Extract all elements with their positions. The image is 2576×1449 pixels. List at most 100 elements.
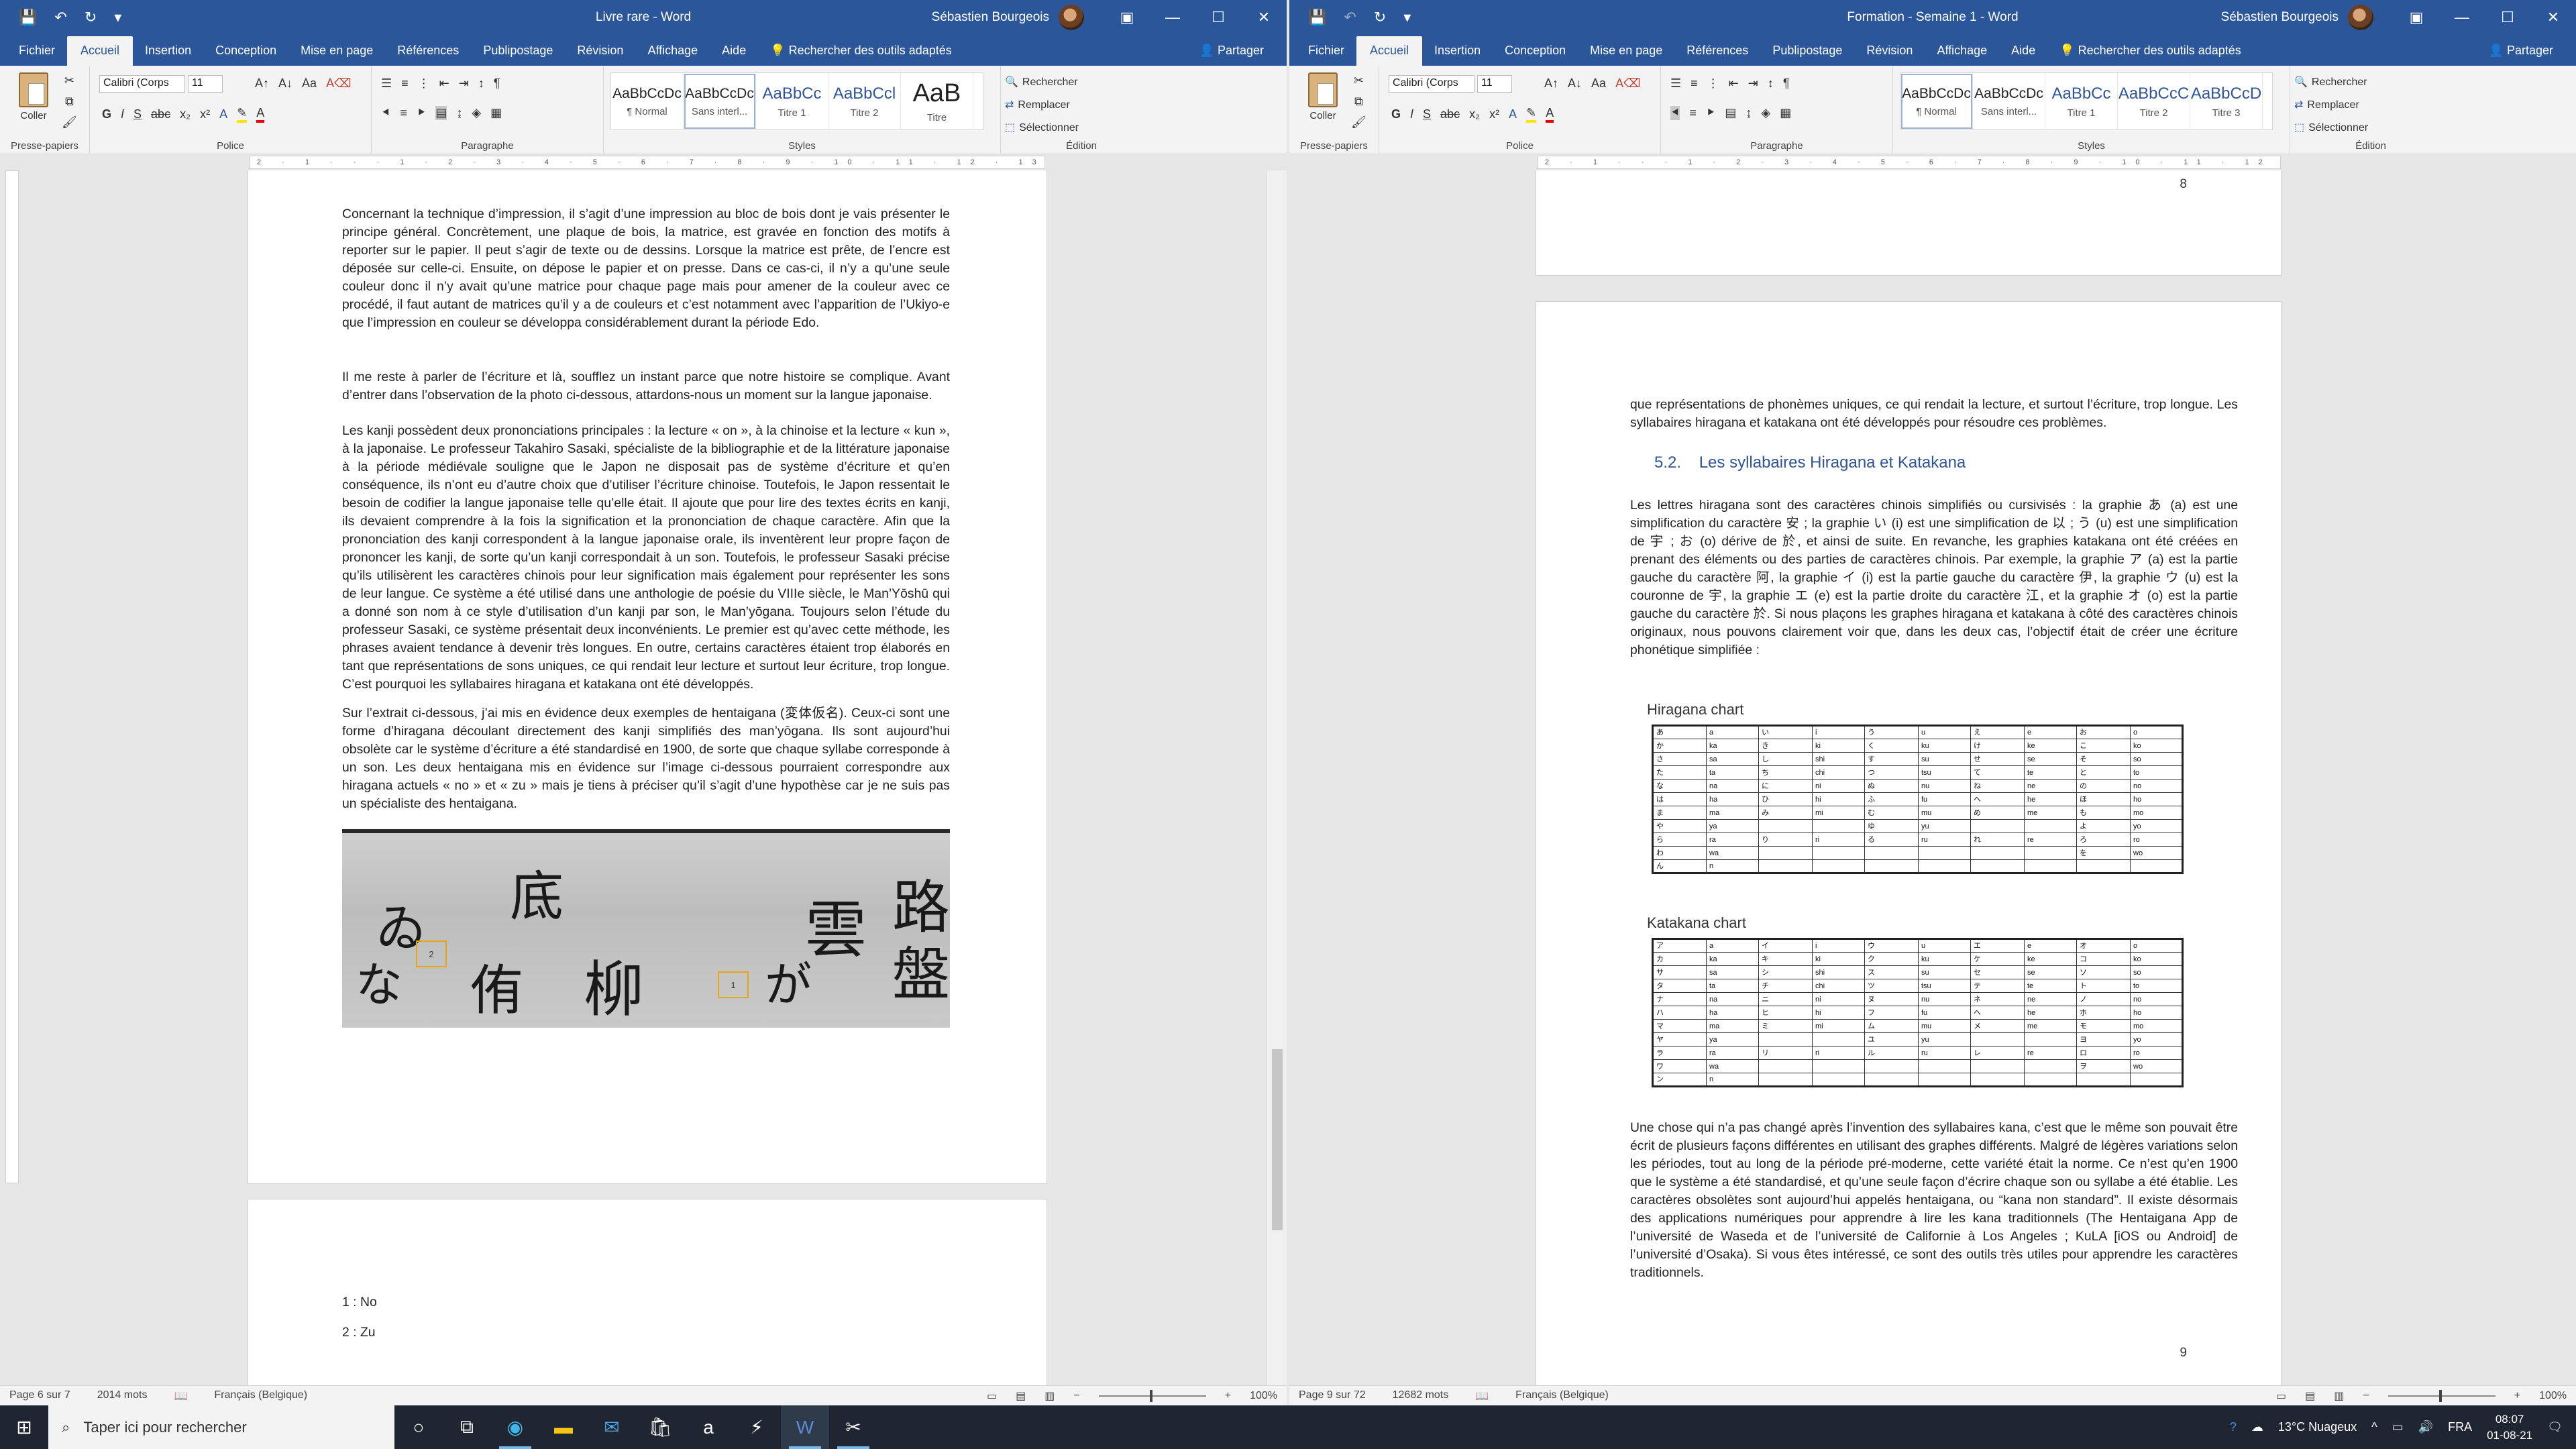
amazon-icon[interactable]: a <box>684 1405 733 1449</box>
select-button[interactable]: ⬚ Sélectionner <box>2294 117 2368 140</box>
maximize-button[interactable]: ☐ <box>1195 9 1241 26</box>
tab-publipostage[interactable]: Publipostage <box>471 44 565 66</box>
decrease-indent-icon[interactable]: ⇤ <box>1729 76 1739 91</box>
tab-conception[interactable]: Conception <box>203 44 288 66</box>
document-area[interactable]: 8 que représentations de phonèmes unique… <box>1289 170 2576 1385</box>
store-icon[interactable]: 🛍 <box>636 1405 684 1449</box>
copy-icon[interactable]: ⧉ <box>65 95 74 109</box>
shading-icon[interactable]: ◈ <box>472 106 481 120</box>
font-size-dropdown[interactable]: 11 <box>1477 75 1512 93</box>
numbering-icon[interactable]: ≡ <box>401 76 409 91</box>
font-color-icon[interactable]: A <box>256 106 265 123</box>
strike-icon[interactable]: abc <box>1440 107 1460 121</box>
language-indicator[interactable]: Français (Belgique) <box>214 1389 307 1403</box>
style-no-spacing[interactable]: AaBbCcDc Sans interl... <box>1973 73 2045 129</box>
tab-conception[interactable]: Conception <box>1493 44 1578 66</box>
tab-insertion[interactable]: Insertion <box>133 44 203 66</box>
print-layout-icon[interactable]: ▤ <box>1016 1389 1026 1403</box>
calligraphy-photo[interactable]: 路 盤 雲 が 柳 侑 底 ゐ な 2 1 <box>342 829 950 1028</box>
tab-references[interactable]: Références <box>1674 44 1760 66</box>
style-heading1[interactable]: AaBbCc Titre 1 <box>2045 73 2118 129</box>
cut-icon[interactable]: ✂ <box>64 74 74 88</box>
font-color-icon[interactable]: A <box>1546 106 1554 123</box>
font-name-dropdown[interactable]: Calibri (Corps <box>1389 75 1474 93</box>
style-heading2[interactable]: AaBbCcC Titre 2 <box>2118 73 2190 129</box>
font-name-dropdown[interactable]: Calibri (Corps <box>99 75 185 93</box>
user-name[interactable]: Sébastien Bourgeois <box>2221 10 2339 25</box>
sort-icon[interactable]: ↕ <box>478 76 484 91</box>
format-painter-icon[interactable]: 🖌 <box>62 115 77 129</box>
bold-icon[interactable]: G <box>102 107 111 121</box>
italic-icon[interactable]: I <box>121 107 124 121</box>
tab-references[interactable]: Références <box>385 44 471 66</box>
zoom-level[interactable]: 100% <box>1250 1390 1277 1402</box>
tell-me-search[interactable]: 💡 Rechercher des outils adaptés <box>2047 44 2253 66</box>
sort-icon[interactable]: ↕ <box>1768 76 1774 91</box>
read-mode-icon[interactable]: ▭ <box>2276 1389 2286 1403</box>
katakana-chart[interactable]: ア a イ i ウ u エ e オ o カ ka キ ki ク ku ケ ke コ ko サ sa シ shi ス su セ se ソ s… <box>1652 938 2184 1087</box>
user-name[interactable]: Sébastien Bourgeois <box>932 10 1049 25</box>
underline-icon[interactable]: S <box>1423 107 1431 121</box>
task-view-icon[interactable]: ⧉ <box>443 1405 491 1449</box>
align-left-icon[interactable]: ⯇ <box>1670 106 1680 120</box>
align-right-icon[interactable]: ⯈ <box>1706 106 1715 120</box>
paste-button[interactable]: Coller <box>15 72 52 121</box>
tab-fichier[interactable]: Fichier <box>1296 44 1356 66</box>
cortana-icon[interactable]: ○ <box>394 1405 443 1449</box>
paragraph-hentaigana[interactable]: Sur l’extrait ci-dessous, j’ai mis en év… <box>342 704 950 813</box>
word-count[interactable]: 12682 mots <box>1393 1389 1449 1403</box>
web-layout-icon[interactable]: ▥ <box>2334 1389 2344 1403</box>
bullets-icon[interactable]: ☰ <box>381 76 392 91</box>
change-case-icon[interactable]: Aa <box>302 76 317 91</box>
maximize-button[interactable]: ☐ <box>2485 9 2530 26</box>
tab-revision[interactable]: Révision <box>565 44 635 66</box>
bullets-icon[interactable]: ☰ <box>1670 76 1681 91</box>
avatar[interactable] <box>1059 5 1084 30</box>
tab-affichage[interactable]: Affichage <box>1925 44 1999 66</box>
proofing-icon[interactable]: 📖 <box>1475 1389 1489 1403</box>
redo-icon[interactable]: ↻ <box>1374 9 1386 26</box>
increase-indent-icon[interactable]: ⇥ <box>459 76 469 91</box>
share-button[interactable]: 👤 Partager <box>1199 44 1264 58</box>
undo-icon[interactable]: ↶ <box>1344 9 1356 26</box>
center-icon[interactable]: ≡ <box>400 106 407 120</box>
lightning-app-icon[interactable]: ⚡ <box>733 1405 781 1449</box>
strike-icon[interactable]: abc <box>151 107 170 121</box>
clear-format-icon[interactable]: A⌫ <box>1615 76 1640 91</box>
ribbon-display-icon[interactable]: ▣ <box>1104 9 1150 26</box>
customize-qat-icon[interactable]: ▾ <box>1403 9 1411 26</box>
footnote-2[interactable]: 2 : Zu <box>342 1324 543 1342</box>
input-language[interactable]: FRA <box>2448 1420 2472 1434</box>
tab-revision[interactable]: Révision <box>1854 44 1925 66</box>
language-indicator[interactable]: Français (Belgique) <box>1515 1389 1609 1403</box>
avatar[interactable] <box>2348 5 2373 30</box>
close-button[interactable]: ✕ <box>2530 9 2576 26</box>
align-right-icon[interactable]: ⯈ <box>417 106 426 120</box>
minimize-button[interactable]: — <box>1150 9 1195 26</box>
numbering-icon[interactable]: ≡ <box>1690 76 1698 91</box>
volume-icon[interactable]: 🔊 <box>2418 1420 2433 1434</box>
help-icon[interactable]: ? <box>2230 1420 2237 1434</box>
superscript-icon[interactable]: x² <box>200 107 210 121</box>
word-count[interactable]: 2014 mots <box>97 1389 148 1403</box>
cut-icon[interactable]: ✂ <box>1354 74 1364 88</box>
paragraph-printing[interactable]: Concernant la technique d’impression, il… <box>342 205 950 332</box>
read-mode-icon[interactable]: ▭ <box>987 1389 997 1403</box>
word-icon[interactable]: W <box>781 1405 829 1449</box>
file-explorer-icon[interactable]: ▬ <box>539 1405 588 1449</box>
clear-format-icon[interactable]: A⌫ <box>326 76 351 91</box>
shrink-font-icon[interactable]: A↓ <box>278 76 292 91</box>
italic-icon[interactable]: I <box>1410 107 1413 121</box>
decrease-indent-icon[interactable]: ⇤ <box>439 76 449 91</box>
zoom-in-icon[interactable]: + <box>1225 1390 1231 1402</box>
section-heading[interactable]: 5.2. Les syllabaires Hiragana et Katakan… <box>1654 453 1966 472</box>
increase-indent-icon[interactable]: ⇥ <box>1748 76 1758 91</box>
windows-start-icon[interactable]: ⊞ <box>0 1416 48 1438</box>
weather-icon[interactable]: ☁ <box>2251 1420 2263 1434</box>
highlight-icon[interactable]: ✎ <box>1526 106 1537 123</box>
edge-icon[interactable]: ◉ <box>491 1405 539 1449</box>
bold-icon[interactable]: G <box>1391 107 1401 121</box>
page-count[interactable]: Page 9 sur 72 <box>1299 1389 1366 1403</box>
superscript-icon[interactable]: x² <box>1489 107 1499 121</box>
center-icon[interactable]: ≡ <box>1689 106 1697 120</box>
